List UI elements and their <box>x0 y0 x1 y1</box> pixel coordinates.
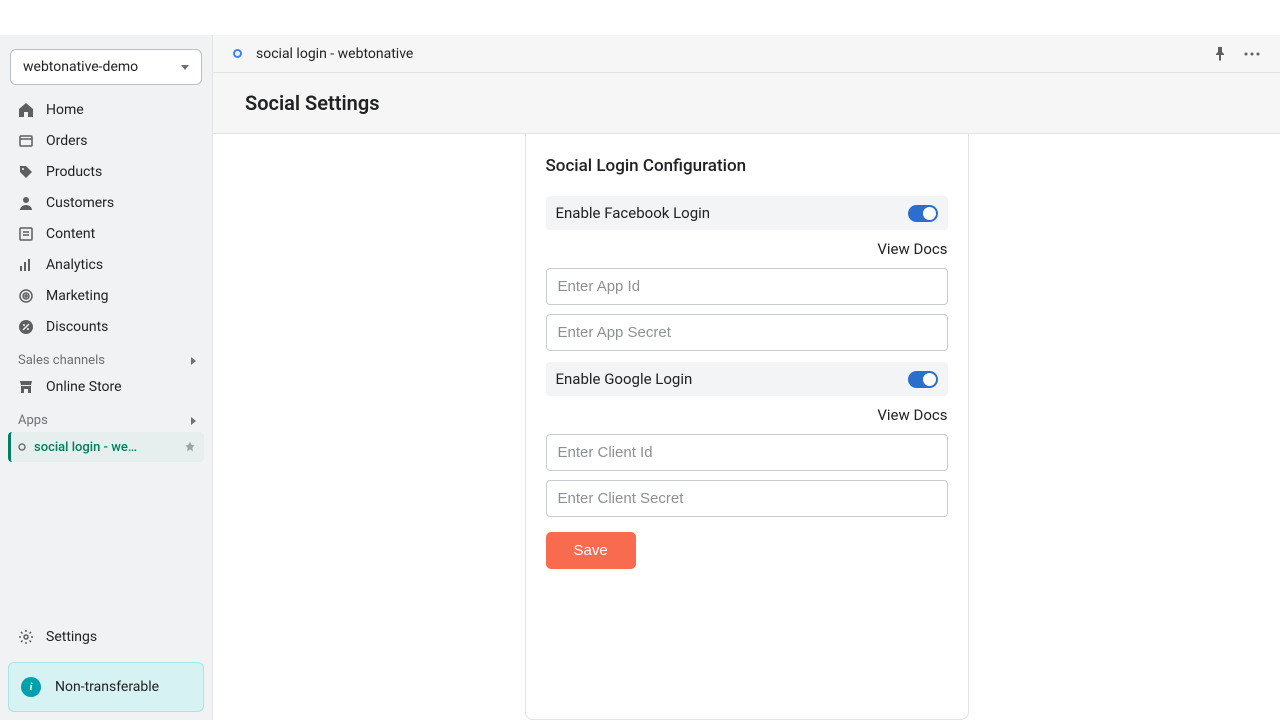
sidebar-item-customers[interactable]: Customers <box>8 188 204 218</box>
sidebar-item-online-store[interactable]: Online Store <box>8 372 204 402</box>
facebook-view-docs-link[interactable]: View Docs <box>546 240 948 258</box>
google-toggle[interactable] <box>908 371 938 388</box>
content-icon <box>16 224 36 244</box>
notice-text: Non-transferable <box>55 679 159 695</box>
sidebar-item-home[interactable]: Home <box>8 95 204 125</box>
store-name: webtonative-demo <box>23 59 138 75</box>
analytics-icon <box>16 255 36 275</box>
facebook-toggle-row: Enable Facebook Login <box>546 196 948 230</box>
config-card: Social Login Configuration Enable Facebo… <box>525 134 969 720</box>
topbar-title: social login - webtonative <box>256 46 413 62</box>
sales-channels-section[interactable]: Sales channels <box>8 343 204 372</box>
sales-channels-label: Sales channels <box>18 353 105 368</box>
pin-icon[interactable] <box>184 441 196 453</box>
sidebar-item-products[interactable]: Products <box>8 157 204 187</box>
caret-down-icon <box>181 65 189 70</box>
apps-section[interactable]: Apps <box>8 403 204 432</box>
content: Social Login Configuration Enable Facebo… <box>213 134 1280 720</box>
discounts-icon <box>16 317 36 337</box>
sidebar-item-marketing[interactable]: Marketing <box>8 281 204 311</box>
customers-icon <box>16 193 36 213</box>
app-dot-icon <box>16 437 28 457</box>
google-toggle-label: Enable Google Login <box>556 370 693 388</box>
sidebar-item-app-social-login[interactable]: social login - webto... <box>8 432 204 462</box>
sidebar-item-label: social login - webto... <box>34 440 144 455</box>
more-icon[interactable] <box>1244 52 1260 56</box>
sidebar-item-label: Customers <box>46 195 114 211</box>
notice-banner: i Non-transferable <box>8 662 204 712</box>
topbar-left: social login - webtonative <box>233 46 413 62</box>
chevron-right-icon <box>191 357 196 365</box>
save-button[interactable]: Save <box>546 532 636 569</box>
nav: Home Orders Products Customers <box>0 95 212 612</box>
topbar: social login - webtonative <box>213 35 1280 73</box>
orders-icon <box>16 131 36 151</box>
facebook-toggle[interactable] <box>908 205 938 222</box>
apps-label: Apps <box>18 413 48 428</box>
sidebar-item-label: Marketing <box>46 288 109 304</box>
sidebar-item-label: Analytics <box>46 257 103 273</box>
info-icon: i <box>21 677 41 697</box>
store-icon <box>16 377 36 397</box>
sidebar-item-label: Discounts <box>46 319 108 335</box>
sidebar-item-settings[interactable]: Settings <box>8 620 204 654</box>
google-client-id-input[interactable] <box>546 434 948 471</box>
sidebar-item-orders[interactable]: Orders <box>8 126 204 156</box>
marketing-icon <box>16 286 36 306</box>
card-title: Social Login Configuration <box>546 156 948 176</box>
main: social login - webtonative Social Settin… <box>213 35 1280 720</box>
facebook-toggle-label: Enable Facebook Login <box>556 204 711 222</box>
page-header: Social Settings <box>213 73 1280 134</box>
status-dot-icon <box>233 49 242 58</box>
pin-icon[interactable] <box>1212 46 1228 62</box>
gear-icon <box>16 627 36 647</box>
sidebar-item-label: Content <box>46 226 95 242</box>
sidebar-item-label: Orders <box>46 133 88 149</box>
facebook-app-secret-input[interactable] <box>546 314 948 351</box>
google-client-secret-input[interactable] <box>546 480 948 517</box>
products-icon <box>16 162 36 182</box>
chevron-right-icon <box>191 417 196 425</box>
sidebar-item-analytics[interactable]: Analytics <box>8 250 204 280</box>
page-title: Social Settings <box>245 91 1248 115</box>
store-selector[interactable]: webtonative-demo <box>10 49 202 85</box>
sidebar-item-label: Settings <box>46 629 97 645</box>
google-toggle-row: Enable Google Login <box>546 362 948 396</box>
sidebar: webtonative-demo Home Orders Products <box>0 35 213 720</box>
topbar-right <box>1212 46 1260 62</box>
sidebar-item-label: Home <box>46 102 84 118</box>
home-icon <box>16 100 36 120</box>
sidebar-item-content[interactable]: Content <box>8 219 204 249</box>
facebook-app-id-input[interactable] <box>546 268 948 305</box>
google-view-docs-link[interactable]: View Docs <box>546 406 948 424</box>
sidebar-item-label: Online Store <box>46 379 122 395</box>
sidebar-item-label: Products <box>46 164 102 180</box>
sidebar-bottom: Settings i Non-transferable <box>0 612 212 720</box>
sidebar-item-discounts[interactable]: Discounts <box>8 312 204 342</box>
